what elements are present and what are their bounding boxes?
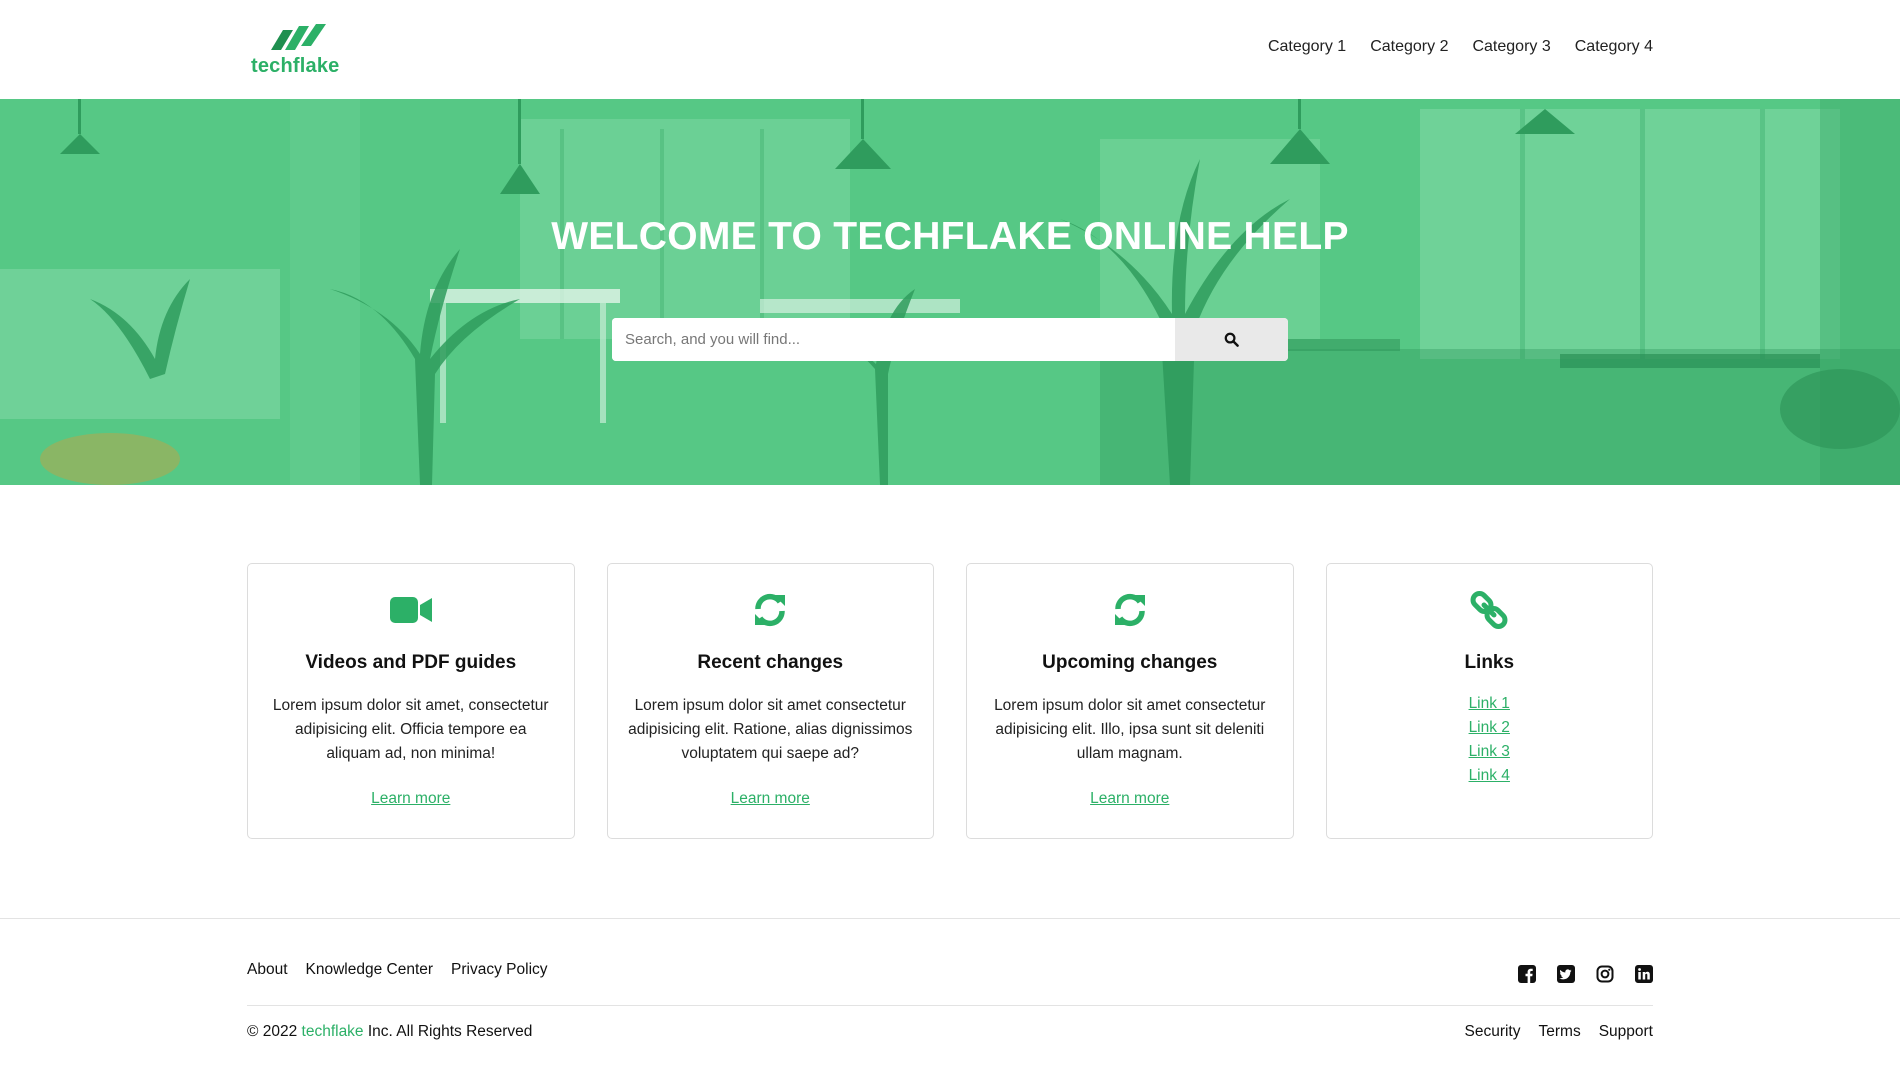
refresh-icon [1114,593,1145,627]
facebook-icon[interactable] [1518,965,1536,988]
card-title: Links [1464,652,1515,673]
hero-banner: WELCOME TO TECHFLAKE ONLINE HELP [0,99,1900,485]
legal-links: Security Terms Support [1465,1023,1654,1041]
link-4[interactable]: Link 4 [1469,764,1510,788]
learn-more-link[interactable]: Learn more [1090,790,1169,808]
site-footer: About Knowledge Center Privacy Policy © … [0,918,1900,1085]
footer-nav: About Knowledge Center Privacy Policy [247,961,548,979]
nav-category-1[interactable]: Category 1 [1268,38,1346,56]
linkedin-icon[interactable] [1635,965,1653,988]
link-1[interactable]: Link 1 [1469,692,1510,716]
card-description: Lorem ipsum dolor sit amet consectetur a… [994,697,1266,762]
site-header: techflake Category 1 Category 2 Category… [0,0,1900,99]
card-title: Videos and PDF guides [305,652,517,673]
twitter-icon[interactable] [1557,965,1575,988]
card-links: Links Link 1 Link 2 Link 3 Link 4 [1325,563,1653,839]
footer-link-about[interactable]: About [247,961,288,979]
main-nav: Category 1 Category 2 Category 3 Categor… [1268,38,1653,56]
social-links [1518,965,1653,988]
footer-link-support[interactable]: Support [1599,1023,1653,1041]
link-3[interactable]: Link 3 [1469,740,1510,764]
search-bar [612,318,1288,361]
learn-more-link[interactable]: Learn more [371,790,450,808]
links-list: Link 1 Link 2 Link 3 Link 4 [1327,692,1653,788]
nav-category-3[interactable]: Category 3 [1472,38,1550,56]
copyright-notice: © 2022 techflake Inc. All Rights Reserve… [247,1023,532,1041]
card-upcoming-changes: Upcoming changes Lorem ipsum dolor sit a… [966,563,1294,839]
card-title: Recent changes [697,652,844,673]
footer-link-knowledge-center[interactable]: Knowledge Center [306,961,434,979]
card-title: Upcoming changes [1042,652,1218,673]
nav-category-2[interactable]: Category 2 [1370,38,1448,56]
search-input[interactable] [612,318,1175,361]
footer-link-terms[interactable]: Terms [1539,1023,1581,1041]
card-description: Lorem ipsum dolor sit amet, consectetur … [272,697,549,762]
chain-link-icon [1470,591,1508,629]
copyright-suffix: Inc. All Rights Reserved [363,1023,533,1040]
nav-category-4[interactable]: Category 4 [1575,38,1653,56]
copyright-brand-link[interactable]: techflake [302,1023,364,1040]
hero-title: WELCOME TO TECHFLAKE ONLINE HELP [551,215,1349,258]
logo-mark-icon [271,24,326,50]
card-videos-pdf-guides: Videos and PDF guides Lorem ipsum dolor … [247,563,575,839]
footer-link-privacy-policy[interactable]: Privacy Policy [451,961,547,979]
logo-wordmark: techflake [251,55,340,77]
copyright-prefix: © 2022 [247,1023,302,1040]
video-camera-icon [389,597,432,623]
techflake-logo[interactable]: techflake [251,24,346,78]
card-recent-changes: Recent changes Lorem ipsum dolor sit ame… [606,563,934,839]
info-cards: Videos and PDF guides Lorem ipsum dolor … [247,563,1653,839]
learn-more-link[interactable]: Learn more [731,790,810,808]
search-button[interactable] [1175,318,1288,361]
instagram-icon[interactable] [1596,965,1614,988]
search-icon [1224,332,1239,347]
refresh-icon [755,593,786,627]
footer-divider [247,1005,1653,1006]
link-2[interactable]: Link 2 [1469,716,1510,740]
office-background-image [0,99,1900,485]
footer-link-security[interactable]: Security [1465,1023,1521,1041]
card-description: Lorem ipsum dolor sit amet consectetur a… [628,697,913,762]
